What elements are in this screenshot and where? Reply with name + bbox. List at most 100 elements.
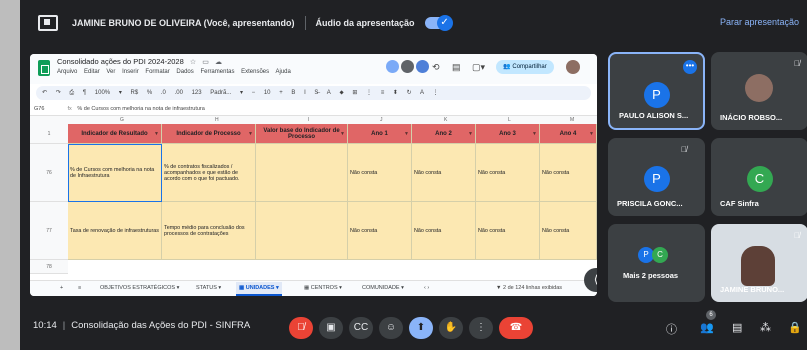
- avatar[interactable]: [386, 60, 399, 73]
- tab-unidades[interactable]: ▦ UNIDADES ▾: [236, 282, 282, 296]
- menu-formatar[interactable]: Formatar: [145, 69, 169, 75]
- meet-icon[interactable]: ▢▾: [472, 62, 485, 73]
- table-cell[interactable]: [256, 144, 348, 202]
- history-icon[interactable]: ⟲: [432, 62, 440, 73]
- all-sheets-icon[interactable]: ≡: [78, 285, 81, 291]
- bold-button[interactable]: B: [291, 90, 295, 96]
- currency-button[interactable]: R$: [131, 90, 139, 96]
- column-letter[interactable]: J: [380, 117, 383, 123]
- number-format-button[interactable]: 123: [192, 90, 202, 96]
- menu-editar[interactable]: Editar: [84, 69, 100, 75]
- share-button[interactable]: 👥 Compartilhar: [496, 60, 554, 74]
- avatar[interactable]: [416, 60, 429, 73]
- column-letter[interactable]: L: [508, 117, 511, 123]
- chevron-down-icon[interactable]: ▾: [119, 90, 122, 96]
- row-number[interactable]: 77: [30, 202, 68, 260]
- font-select[interactable]: Padrã...: [210, 90, 231, 96]
- borders-icon[interactable]: ⊞: [352, 90, 357, 96]
- table-cell[interactable]: Não consta: [476, 144, 540, 202]
- font-size-increase[interactable]: +: [279, 90, 283, 96]
- chat-icon[interactable]: ▤: [732, 321, 742, 334]
- row-number[interactable]: 78: [30, 260, 68, 274]
- table-cell[interactable]: Não consta: [540, 202, 597, 260]
- table-cell[interactable]: Não consta: [476, 202, 540, 260]
- column-letter[interactable]: I: [308, 117, 309, 123]
- people-icon[interactable]: 👥: [700, 321, 714, 334]
- filter-icon[interactable]: ▼: [154, 131, 159, 137]
- present-button[interactable]: ⬆: [409, 317, 433, 339]
- strikethrough-button[interactable]: S̶: [314, 90, 318, 96]
- column-letter[interactable]: K: [444, 117, 447, 123]
- avatar[interactable]: [401, 60, 414, 73]
- table-cell[interactable]: % de contratos fiscalizados / acompanhad…: [162, 144, 256, 202]
- filter-icon[interactable]: ▼: [532, 131, 537, 137]
- print-icon[interactable]: ⎙: [69, 90, 74, 96]
- table-cell[interactable]: Não consta: [540, 144, 597, 202]
- more-options-button[interactable]: ⋮: [469, 317, 493, 339]
- lock-icon[interactable]: 🔒: [788, 321, 802, 334]
- increase-decimal-button[interactable]: .00: [175, 90, 183, 96]
- tab-status[interactable]: STATUS ▾: [196, 285, 221, 291]
- column-letter[interactable]: H: [215, 117, 219, 123]
- chevron-down-icon[interactable]: ▾: [240, 90, 243, 96]
- participant-tile[interactable]: 🎙̸ P PRISCILA GONC...: [608, 138, 705, 216]
- audio-toggle[interactable]: ✓: [424, 15, 453, 31]
- filter-icon[interactable]: ▼: [468, 131, 473, 137]
- table-cell[interactable]: Não consta: [348, 202, 412, 260]
- emoji-button[interactable]: ☺: [379, 317, 403, 339]
- self-view-tile[interactable]: 🎙̸ JAMINE BRUNO...: [711, 224, 807, 302]
- activities-icon[interactable]: ⁂: [760, 321, 771, 334]
- table-cell[interactable]: Taxa de renovação de infraestruturas: [68, 202, 162, 260]
- filter-icon[interactable]: ▼: [248, 131, 253, 137]
- table-cell[interactable]: [256, 202, 348, 260]
- captions-button[interactable]: CC: [349, 317, 373, 339]
- filter-icon[interactable]: ▼: [404, 131, 409, 137]
- mic-off-button[interactable]: 🎙̸: [289, 317, 313, 339]
- participant-tile[interactable]: ••• P PAULO ALISON S...: [608, 52, 705, 130]
- menu-extensoes[interactable]: Extensões: [241, 69, 269, 75]
- zoom-select[interactable]: 100%: [95, 90, 110, 96]
- table-cell[interactable]: Tempo médio para conclusão dos processos…: [162, 202, 256, 260]
- header-cell[interactable]: Ano 4 ▼: [540, 124, 597, 144]
- row-number[interactable]: 76: [30, 144, 68, 202]
- tab-centros[interactable]: ▦ CENTROS ▾: [304, 285, 342, 291]
- more-icon[interactable]: ⋮: [433, 90, 439, 96]
- italic-button[interactable]: I: [304, 90, 306, 96]
- participant-tile[interactable]: 🎙̸ INÁCIO ROBSO...: [711, 52, 807, 130]
- tab-objetivos[interactable]: OBJETIVOS ESTRATÉGICOS ▾: [100, 285, 179, 291]
- menu-ferramentas[interactable]: Ferramentas: [200, 69, 234, 75]
- leave-call-button[interactable]: ☎: [499, 317, 533, 339]
- menu-inserir[interactable]: Inserir: [122, 69, 139, 75]
- decrease-decimal-button[interactable]: .0: [161, 90, 166, 96]
- fill-color-icon[interactable]: ⬥: [339, 90, 343, 96]
- header-cell[interactable]: Ano 1 ▼: [348, 124, 412, 144]
- table-cell[interactable]: Não consta: [348, 144, 412, 202]
- raise-hand-button[interactable]: ✋: [439, 317, 463, 339]
- folder-icon[interactable]: ▭: [202, 59, 209, 66]
- filter-icon[interactable]: ▼: [589, 131, 594, 137]
- header-cell[interactable]: Indicador de Resultado ▼: [68, 124, 162, 144]
- stop-presenting-button[interactable]: Parar apresentação: [720, 17, 799, 27]
- formula-input[interactable]: % de Cursos com melhoria na nota de infr…: [77, 106, 204, 112]
- rotate-icon[interactable]: A: [420, 90, 424, 96]
- comment-icon[interactable]: ▤: [452, 62, 461, 73]
- menu-ver[interactable]: Ver: [106, 69, 115, 75]
- text-color-button[interactable]: A: [327, 90, 331, 96]
- participant-tile[interactable]: C CAF Sinfra: [711, 138, 807, 216]
- redo-icon[interactable]: ↷: [56, 90, 61, 96]
- font-size-decrease[interactable]: −: [252, 90, 256, 96]
- paint-format-icon[interactable]: ¶: [83, 90, 86, 96]
- column-letter[interactable]: M: [570, 117, 574, 123]
- add-sheet-icon[interactable]: +: [60, 285, 63, 291]
- filter-icon[interactable]: ▼: [340, 131, 345, 137]
- menu-dados[interactable]: Dados: [176, 69, 193, 75]
- tab-scroll-arrows[interactable]: ‹ ›: [424, 285, 429, 291]
- table-cell[interactable]: Não consta: [412, 144, 476, 202]
- name-box[interactable]: G76: [30, 104, 62, 115]
- info-icon[interactable]: ⓘ: [666, 321, 677, 337]
- menu-arquivo[interactable]: Arquivo: [57, 69, 77, 75]
- header-cell[interactable]: Indicador de Processo ▼: [162, 124, 256, 144]
- header-cell[interactable]: Ano 2 ▼: [412, 124, 476, 144]
- more-participants-tile[interactable]: PC Mais 2 pessoas: [608, 224, 705, 302]
- header-cell[interactable]: Valor base do Indicador de Processo ▼: [256, 124, 348, 144]
